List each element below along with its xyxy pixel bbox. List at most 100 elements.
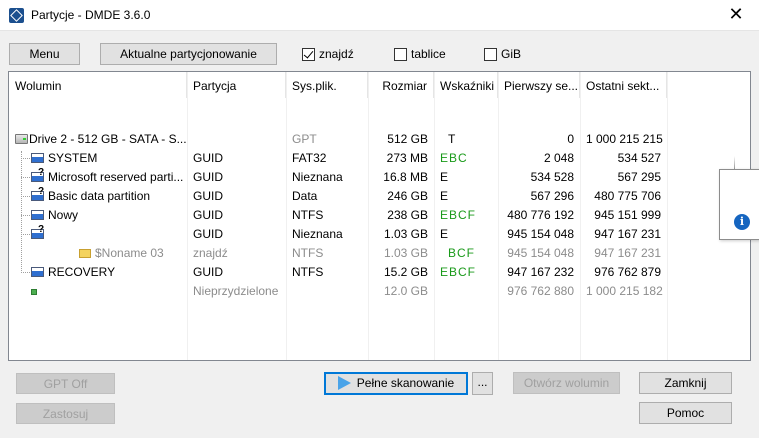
last-sector: 945 151 999 [594, 208, 661, 222]
gpt-off-button[interactable]: GPT Off [16, 373, 115, 394]
table-row[interactable]: Nowy GUID NTFS 238 GB EBCF 480 776 192 9… [9, 206, 750, 225]
tables-checkbox[interactable]: tablice [394, 47, 446, 61]
info-tooltip: i [719, 156, 759, 240]
flags: E [440, 227, 449, 241]
column-separator [368, 72, 369, 360]
flags: E [440, 170, 449, 184]
partition-type [187, 130, 286, 149]
filesystem: GPT [292, 132, 317, 146]
current-partitioning-button[interactable]: Aktualne partycjonowanie [100, 43, 277, 65]
column-header-flags[interactable]: Wskaźniki [434, 72, 498, 98]
column-header-volume[interactable]: Wolumin [9, 72, 187, 98]
title-bar: Partycje - DMDE 3.6.0 ✕ [0, 0, 759, 31]
column-header-first-sector[interactable]: Pierwszy se... [498, 72, 580, 98]
size: 512 GB [387, 132, 428, 146]
window-title: Partycje - DMDE 3.6.0 [31, 8, 151, 22]
play-icon [337, 376, 351, 390]
found-checkbox[interactable]: znajdź [302, 47, 354, 61]
column-header-partition[interactable]: Partycja [187, 72, 286, 98]
last-sector: 947 167 231 [594, 246, 661, 260]
menu-button[interactable]: Menu [9, 43, 80, 65]
size: 273 MB [386, 151, 428, 165]
gib-checkbox[interactable]: GiB [484, 47, 521, 61]
last-sector: 1 000 215 182 [586, 284, 663, 298]
filesystem [286, 282, 368, 301]
partition-type: GUID [193, 208, 223, 222]
close-button[interactable]: Zamknij [639, 372, 732, 394]
table-row[interactable]: GUID Nieznana 1.03 GB E 945 154 048 947 … [9, 224, 750, 244]
volume-name: Drive 2 - 512 GB - SATA - S... [29, 132, 187, 146]
open-volume-button[interactable]: Otwórz wolumin [513, 372, 620, 394]
size: 12.0 GB [383, 284, 428, 298]
first-sector: 976 762 880 [507, 284, 574, 298]
column-separator [187, 72, 188, 360]
unallocated-icon [31, 289, 37, 295]
size: 1.03 GB [383, 227, 428, 241]
full-scan-button[interactable]: Pełne skanowanie [324, 372, 468, 395]
table-row[interactable]: Microsoft reserved parti... GUID Nieznan… [9, 167, 750, 187]
first-sector: 2 048 [543, 151, 574, 165]
flags: EBCF [440, 265, 477, 279]
flags: T [448, 132, 456, 146]
partition-type: GUID [193, 189, 223, 203]
partition-type: GUID [193, 151, 223, 165]
filesystem: Nieznana [292, 227, 343, 241]
filesystem: NTFS [292, 246, 324, 260]
last-sector: 947 167 231 [594, 227, 661, 241]
first-sector: 0 [567, 132, 574, 146]
volume-name [43, 225, 187, 244]
volume-name: SYSTEM [48, 151, 98, 165]
table-row[interactable]: Basic data partition GUID Data 246 GB E … [9, 186, 750, 206]
column-header-size[interactable]: Rozmiar [368, 72, 434, 98]
window-close-button[interactable]: ✕ [713, 0, 759, 31]
volume-name [43, 282, 187, 301]
first-sector: 480 776 192 [507, 208, 574, 222]
filesystem: NTFS [292, 208, 324, 222]
table-row[interactable]: Nieprzydzielone 12.0 GB 976 762 880 1 00… [9, 282, 750, 301]
volume-name: RECOVERY [48, 265, 116, 279]
volume-name: Nowy [48, 208, 79, 222]
flags: EBC [440, 151, 468, 165]
partition-type: GUID [193, 265, 223, 279]
gib-checkbox-label: GiB [501, 47, 522, 61]
size: 246 GB [387, 189, 428, 203]
partition-type: znajdź [193, 246, 228, 260]
table-row[interactable]: Drive 2 - 512 GB - SATA - S... GPT 512 G… [9, 130, 750, 149]
found-checkbox-label: znajdź [319, 47, 354, 61]
last-sector: 976 762 879 [594, 265, 661, 279]
volume-name: Microsoft reserved parti... [48, 170, 184, 184]
flags: EBCF [440, 208, 477, 222]
flags: BCF [448, 246, 475, 260]
last-sector: 480 775 706 [594, 189, 661, 203]
help-button[interactable]: Pomoc [639, 402, 732, 424]
folder-icon [79, 249, 91, 258]
table-row[interactable]: RECOVERY GUID NTFS 15.2 GB EBCF 947 167 … [9, 263, 750, 282]
found-checkbox-box[interactable] [302, 47, 315, 61]
first-sector: 945 154 048 [507, 227, 574, 241]
dmde-app-icon [9, 8, 24, 23]
first-sector: 947 167 232 [507, 265, 574, 279]
column-header-filesystem[interactable]: Sys.plik. [286, 72, 368, 98]
filesystem: NTFS [292, 265, 324, 279]
last-sector: 534 527 [617, 151, 661, 165]
full-scan-label: Pełne skanowanie [356, 376, 455, 390]
partition-type: GUID [193, 227, 223, 241]
apply-button[interactable]: Zastosuj [16, 403, 115, 424]
tables-checkbox-label: tablice [411, 47, 446, 61]
filesystem: Nieznana [292, 170, 343, 184]
size: 15.2 GB [383, 265, 428, 279]
more-options-button[interactable]: ... [472, 372, 493, 395]
first-sector: 534 528 [530, 170, 574, 184]
column-separator [434, 72, 435, 360]
last-sector: 1 000 215 215 [586, 132, 663, 146]
first-sector: 945 154 048 [507, 246, 574, 260]
column-header-last-sector[interactable]: Ostatni sekt... [580, 72, 667, 98]
table-row[interactable]: SYSTEM GUID FAT32 273 MB EBC 2 048 534 5… [9, 149, 750, 168]
column-separator [286, 72, 287, 360]
filesystem: Data [292, 189, 318, 203]
list-header: Wolumin Partycja Sys.plik. Rozmiar Wskaź… [9, 72, 750, 98]
gib-checkbox-box[interactable] [484, 47, 497, 61]
tables-checkbox-box[interactable] [394, 47, 407, 61]
table-row[interactable]: $Noname 03 znajdź NTFS 1.03 GB BCF 945 1… [9, 244, 750, 263]
partition-list[interactable]: Wolumin Partycja Sys.plik. Rozmiar Wskaź… [8, 71, 751, 361]
